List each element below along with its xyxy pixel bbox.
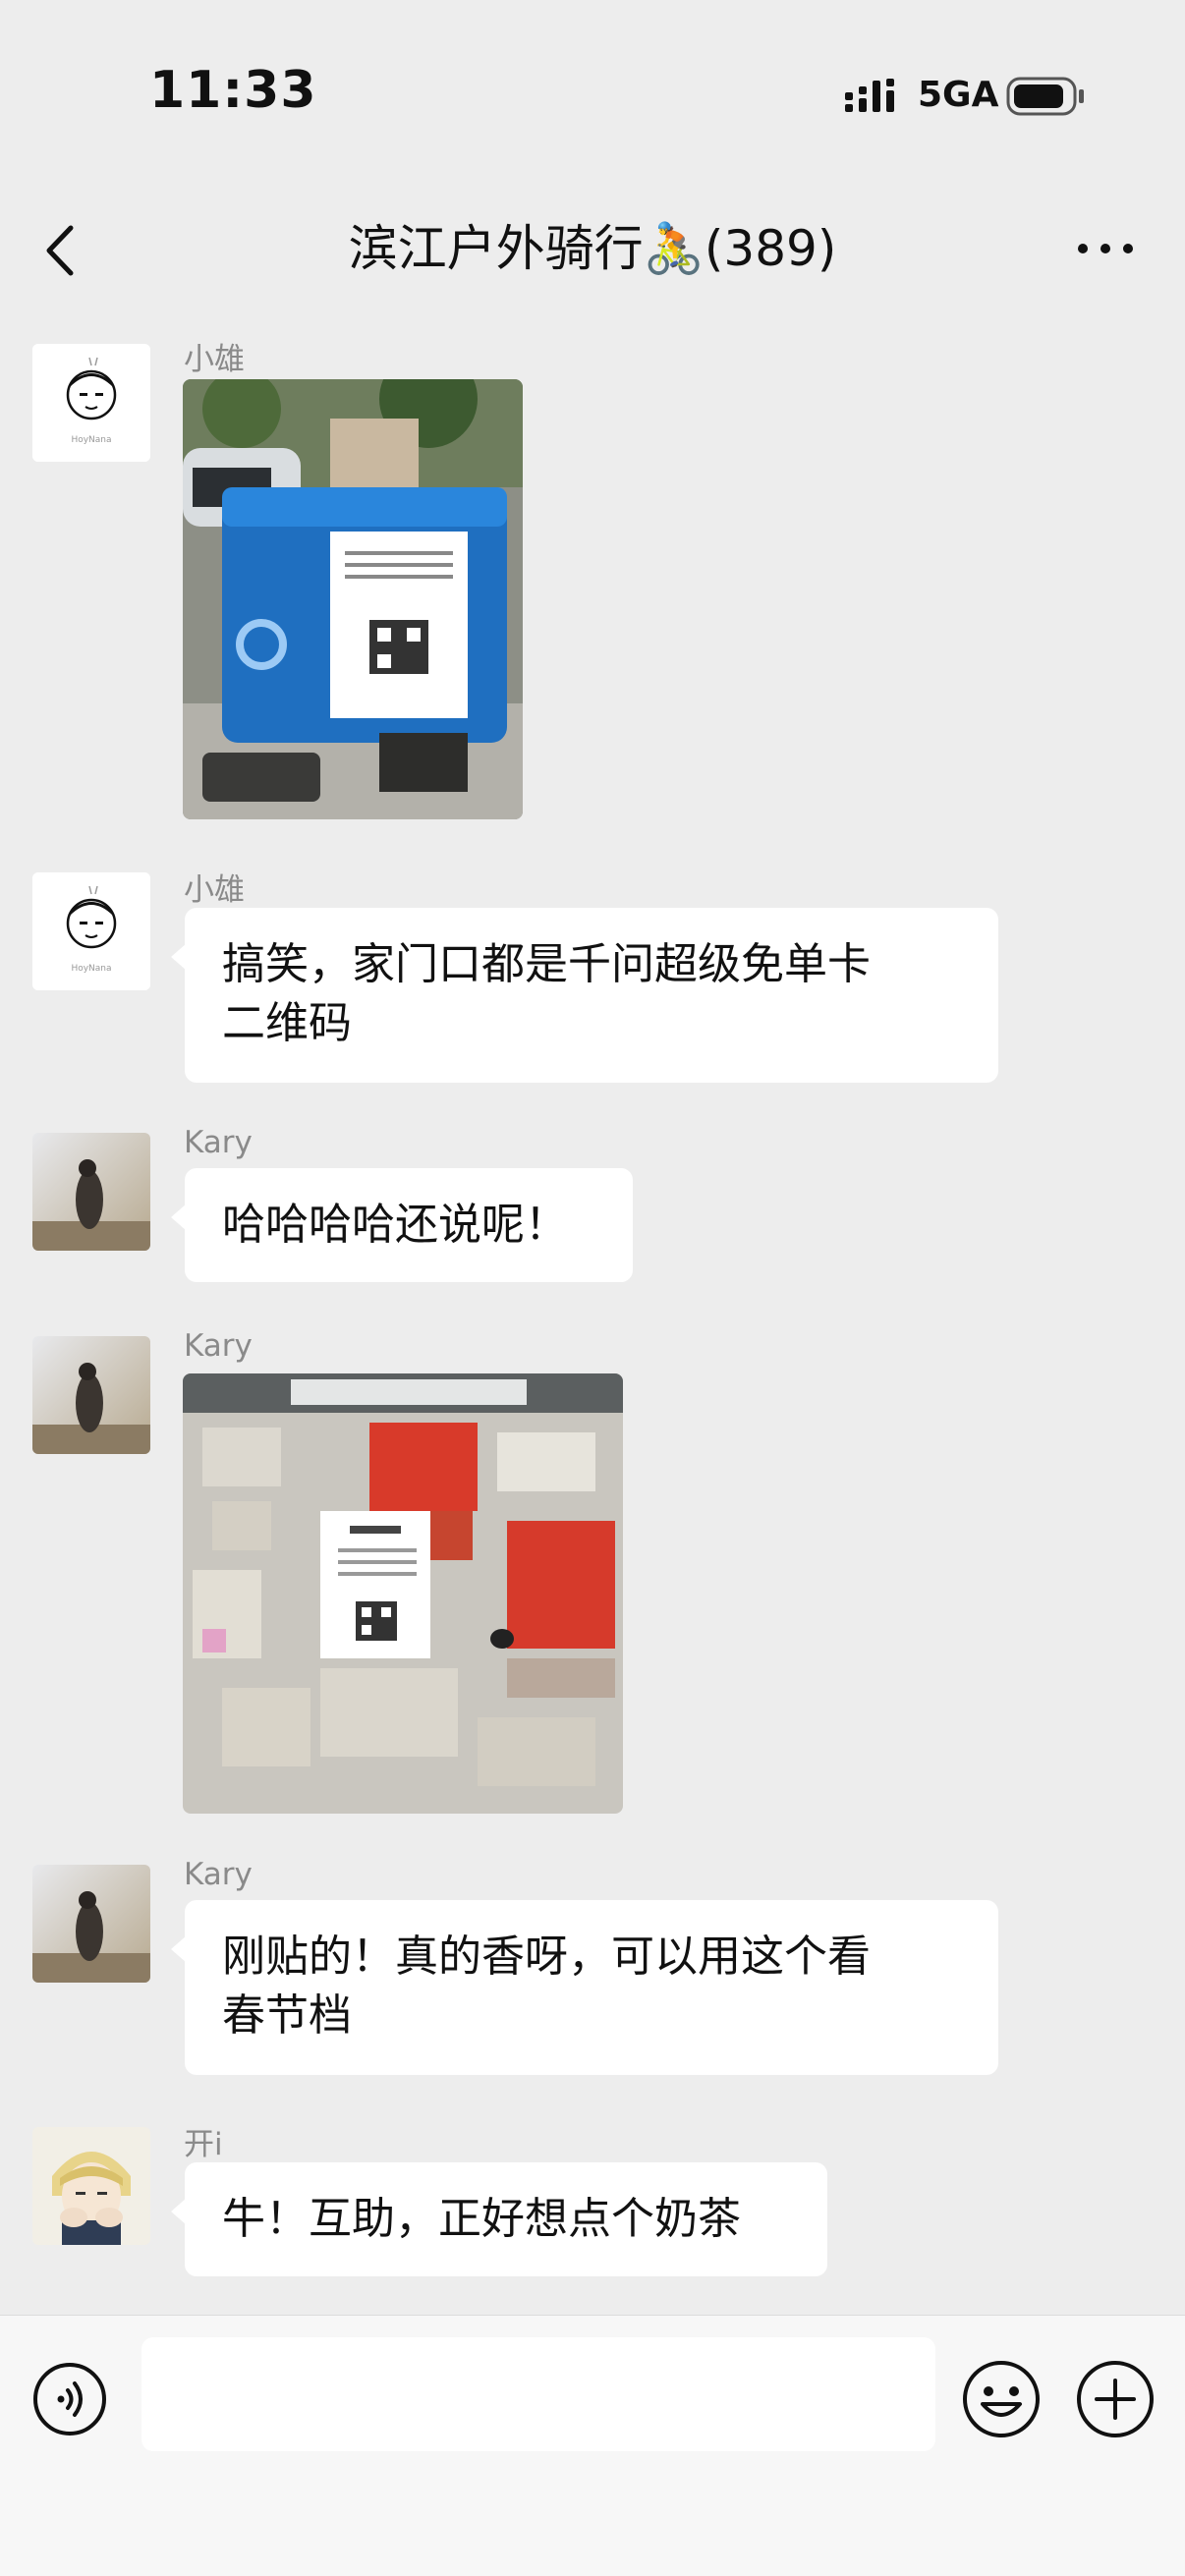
- chat-screen: 11:33 5GA 滨江户外骑行🚴(389) HoyNana 小雄 HoyNan…: [0, 0, 1185, 2576]
- avatar[interactable]: [32, 1133, 150, 1251]
- image-message[interactable]: [183, 379, 523, 819]
- avatar[interactable]: HoyNana: [32, 344, 150, 462]
- group-title: 滨江户外骑行🚴(389): [348, 220, 837, 277]
- photo-avatar: [32, 1133, 150, 1251]
- line-drawing-face-avatar: HoyNana: [32, 872, 150, 990]
- avatar[interactable]: [32, 1865, 150, 1983]
- message-line: 哈哈哈哈还说呢！: [222, 1200, 568, 1250]
- voice-icon[interactable]: [31, 2361, 108, 2437]
- sender-name: Kary: [184, 1857, 253, 1892]
- message-input[interactable]: [141, 2337, 935, 2451]
- svg-text:HoyNana: HoyNana: [71, 435, 111, 445]
- sender-name: 小雄: [184, 872, 245, 908]
- status-time: 11:33: [149, 61, 317, 120]
- network-label: 5GA: [918, 75, 999, 115]
- photo-delivery-box-with-qr-poster: [183, 379, 523, 819]
- anime-character-avatar: [32, 2127, 150, 2245]
- sender-name: Kary: [184, 1125, 253, 1160]
- input-bar: [0, 2315, 1185, 2576]
- sender-name: 小雄: [184, 342, 245, 377]
- plus-icon[interactable]: [1075, 2359, 1156, 2439]
- avatar[interactable]: [32, 2127, 150, 2245]
- message-line: 刚贴的！真的香呀，可以用这个看: [222, 1932, 871, 1982]
- message-line: 牛！互助，正好想点个奶茶: [222, 2194, 741, 2244]
- battery-icon: [1006, 77, 1084, 116]
- more-icon[interactable]: [1071, 224, 1140, 273]
- photo-notice-board-with-qr-poster: [183, 1373, 623, 1814]
- photo-avatar: [32, 1336, 150, 1454]
- image-message[interactable]: [183, 1373, 623, 1814]
- line-drawing-face-avatar: HoyNana: [32, 344, 150, 462]
- message-line: 春节档: [222, 1990, 352, 2041]
- emoji-icon[interactable]: [961, 2359, 1042, 2439]
- text-bubble[interactable]: 刚贴的！真的香呀，可以用这个看 春节档: [171, 1900, 998, 2075]
- svg-text:HoyNana: HoyNana: [71, 964, 111, 974]
- photo-avatar: [32, 1865, 150, 1983]
- signal-icon: [845, 79, 894, 112]
- sender-name: Kary: [184, 1328, 253, 1364]
- text-bubble[interactable]: 哈哈哈哈还说呢！: [171, 1168, 633, 1282]
- avatar[interactable]: HoyNana: [32, 872, 150, 990]
- status-bar: 11:33 5GA: [0, 0, 1185, 196]
- sender-name: 开i: [184, 2127, 223, 2162]
- avatar[interactable]: [32, 1336, 150, 1454]
- text-bubble[interactable]: 搞笑，家门口都是千问超级免单卡 二维码: [171, 908, 998, 1083]
- message-line: 二维码: [222, 998, 352, 1048]
- message-line: 搞笑，家门口都是千问超级免单卡: [222, 939, 871, 989]
- text-bubble[interactable]: 牛！互助，正好想点个奶茶: [171, 2162, 827, 2276]
- chat-header: 滨江户外骑行🚴(389): [0, 196, 1185, 305]
